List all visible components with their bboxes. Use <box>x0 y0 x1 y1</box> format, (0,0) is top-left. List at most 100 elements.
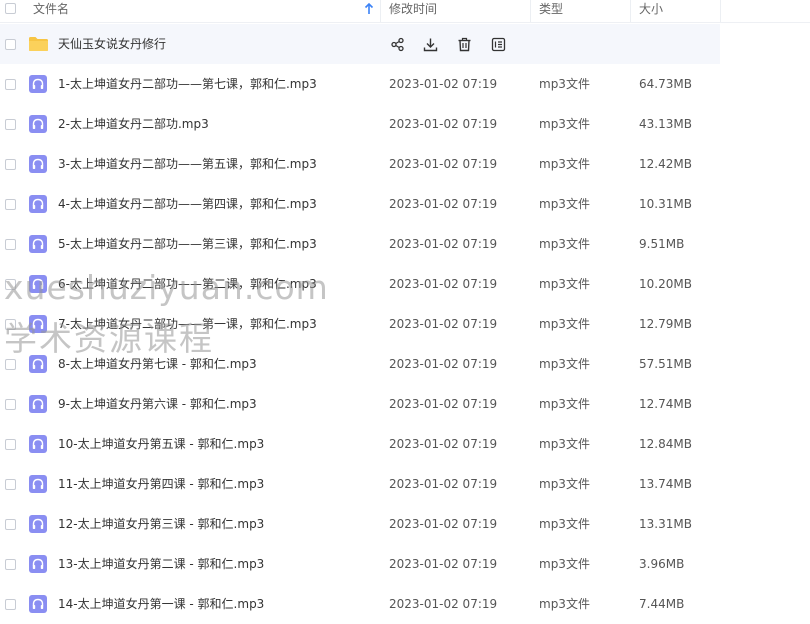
download-icon[interactable] <box>423 37 438 52</box>
file-name[interactable]: 13-太上坤道女丹第二课 - 郭和仁.mp3 <box>58 544 264 584</box>
file-row[interactable]: 14-太上坤道女丹第一课 - 郭和仁.mp3 2023-01-02 07:19 mp… <box>0 584 810 624</box>
file-name[interactable]: 12-太上坤道女丹第三课 - 郭和仁.mp3 <box>58 504 264 544</box>
column-separator[interactable] <box>380 0 381 22</box>
file-row[interactable]: 12-太上坤道女丹第三课 - 郭和仁.mp3 2023-01-02 07:19 mp… <box>0 504 810 544</box>
file-size: 9.51MB <box>639 237 685 251</box>
row-checkbox[interactable] <box>5 239 16 250</box>
file-name[interactable]: 9-太上坤道女丹第六课 - 郭和仁.mp3 <box>58 384 257 424</box>
file-modified-time: 2023-01-02 07:19 <box>389 437 498 451</box>
sort-ascending-icon[interactable] <box>362 2 376 16</box>
column-separator[interactable] <box>720 0 721 22</box>
row-checkbox[interactable] <box>5 159 16 170</box>
file-modified-time: 2023-01-02 07:19 <box>389 557 498 571</box>
file-size: 12.79MB <box>639 317 692 331</box>
audio-file-icon <box>29 595 47 613</box>
row-checkbox[interactable] <box>5 119 16 130</box>
file-list-header: 文件名 修改时间 类型 大小 <box>0 0 810 23</box>
row-checkbox[interactable] <box>5 199 16 210</box>
file-type: mp3文件 <box>539 117 590 131</box>
file-modified-time: 2023-01-02 07:19 <box>389 317 498 331</box>
file-type: mp3文件 <box>539 277 590 291</box>
file-size: 43.13MB <box>639 117 692 131</box>
audio-file-icon <box>29 515 47 533</box>
folder-row[interactable]: 天仙玉女说女丹修行 <box>0 24 720 64</box>
file-row[interactable]: 11-太上坤道女丹第四课 - 郭和仁.mp3 2023-01-02 07:19 mp… <box>0 464 810 504</box>
folder-name[interactable]: 天仙玉女说女丹修行 <box>58 24 166 64</box>
row-checkbox[interactable] <box>5 359 16 370</box>
file-name[interactable]: 4-太上坤道女丹二部功——第四课，郭和仁.mp3 <box>58 184 317 224</box>
file-type: mp3文件 <box>539 77 590 91</box>
file-size: 7.44MB <box>639 597 685 611</box>
file-row[interactable]: 10-太上坤道女丹第五课 - 郭和仁.mp3 2023-01-02 07:19 mp… <box>0 424 810 464</box>
audio-file-icon <box>29 355 47 373</box>
file-type: mp3文件 <box>539 237 590 251</box>
file-size: 10.20MB <box>639 277 692 291</box>
file-name[interactable]: 2-太上坤道女丹二部功.mp3 <box>58 104 209 144</box>
file-type: mp3文件 <box>539 517 590 531</box>
file-type: mp3文件 <box>539 557 590 571</box>
file-name[interactable]: 8-太上坤道女丹第七课 - 郭和仁.mp3 <box>58 344 257 384</box>
file-name[interactable]: 7-太上坤道女丹二部功——第一课，郭和仁.mp3 <box>58 304 317 344</box>
file-type: mp3文件 <box>539 477 590 491</box>
file-size: 13.31MB <box>639 517 692 531</box>
row-checkbox[interactable] <box>5 599 16 610</box>
audio-file-icon <box>29 115 47 133</box>
file-modified-time: 2023-01-02 07:19 <box>389 77 498 91</box>
file-size: 12.74MB <box>639 397 692 411</box>
column-header-size[interactable]: 大小 <box>639 0 663 22</box>
file-modified-time: 2023-01-02 07:19 <box>389 117 498 131</box>
row-checkbox[interactable] <box>5 519 16 530</box>
file-name[interactable]: 6-太上坤道女丹二部功——第二课，郭和仁.mp3 <box>58 264 317 304</box>
folder-icon <box>29 37 48 51</box>
file-type: mp3文件 <box>539 197 590 211</box>
file-type: mp3文件 <box>539 157 590 171</box>
file-size: 64.73MB <box>639 77 692 91</box>
file-row[interactable]: 2-太上坤道女丹二部功.mp3 2023-01-02 07:19 mp3文件 43.1… <box>0 104 810 144</box>
file-row[interactable]: 6-太上坤道女丹二部功——第二课，郭和仁.mp3 2023-01-02 07:19… <box>0 264 810 304</box>
file-row[interactable]: 4-太上坤道女丹二部功——第四课，郭和仁.mp3 2023-01-02 07:19… <box>0 184 810 224</box>
row-checkbox[interactable] <box>5 479 16 490</box>
row-checkbox[interactable] <box>5 439 16 450</box>
share-icon[interactable] <box>390 37 405 52</box>
file-row[interactable]: 9-太上坤道女丹第六课 - 郭和仁.mp3 2023-01-02 07:19 mp3… <box>0 384 810 424</box>
file-type: mp3文件 <box>539 357 590 371</box>
row-checkbox[interactable] <box>5 399 16 410</box>
file-row[interactable]: 3-太上坤道女丹二部功——第五课，郭和仁.mp3 2023-01-02 07:19… <box>0 144 810 184</box>
file-name[interactable]: 3-太上坤道女丹二部功——第五课，郭和仁.mp3 <box>58 144 317 184</box>
column-separator[interactable] <box>530 0 531 22</box>
delete-icon[interactable] <box>457 37 472 52</box>
file-type: mp3文件 <box>539 437 590 451</box>
file-row[interactable]: 8-太上坤道女丹第七课 - 郭和仁.mp3 2023-01-02 07:19 mp3… <box>0 344 810 384</box>
file-modified-time: 2023-01-02 07:19 <box>389 597 498 611</box>
more-icon[interactable] <box>491 37 506 52</box>
column-header-name[interactable]: 文件名 <box>33 0 69 22</box>
file-row[interactable]: 7-太上坤道女丹二部功——第一课，郭和仁.mp3 2023-01-02 07:19… <box>0 304 810 344</box>
file-row[interactable]: 13-太上坤道女丹第二课 - 郭和仁.mp3 2023-01-02 07:19 mp… <box>0 544 810 584</box>
column-header-time[interactable]: 修改时间 <box>389 0 437 22</box>
audio-file-icon <box>29 315 47 333</box>
file-row[interactable]: 5-太上坤道女丹二部功——第三课，郭和仁.mp3 2023-01-02 07:19… <box>0 224 810 264</box>
file-type: mp3文件 <box>539 397 590 411</box>
select-all-checkbox[interactable] <box>5 3 16 14</box>
file-name[interactable]: 11-太上坤道女丹第四课 - 郭和仁.mp3 <box>58 464 264 504</box>
file-modified-time: 2023-01-02 07:19 <box>389 397 498 411</box>
audio-file-icon <box>29 75 47 93</box>
file-modified-time: 2023-01-02 07:19 <box>389 197 498 211</box>
file-name[interactable]: 10-太上坤道女丹第五课 - 郭和仁.mp3 <box>58 424 264 464</box>
file-size: 12.42MB <box>639 157 692 171</box>
file-size: 12.84MB <box>639 437 692 451</box>
row-checkbox[interactable] <box>5 79 16 90</box>
file-name[interactable]: 1-太上坤道女丹二部功——第七课，郭和仁.mp3 <box>58 64 317 104</box>
file-row[interactable]: 1-太上坤道女丹二部功——第七课，郭和仁.mp3 2023-01-02 07:19… <box>0 64 810 104</box>
column-header-type[interactable]: 类型 <box>539 0 563 22</box>
file-name[interactable]: 5-太上坤道女丹二部功——第三课，郭和仁.mp3 <box>58 224 317 264</box>
file-modified-time: 2023-01-02 07:19 <box>389 357 498 371</box>
column-separator[interactable] <box>630 0 631 22</box>
file-name[interactable]: 14-太上坤道女丹第一课 - 郭和仁.mp3 <box>58 584 264 624</box>
file-modified-time: 2023-01-02 07:19 <box>389 157 498 171</box>
row-checkbox[interactable] <box>5 39 16 50</box>
file-modified-time: 2023-01-02 07:19 <box>389 237 498 251</box>
row-checkbox[interactable] <box>5 319 16 330</box>
row-checkbox[interactable] <box>5 559 16 570</box>
row-checkbox[interactable] <box>5 279 16 290</box>
